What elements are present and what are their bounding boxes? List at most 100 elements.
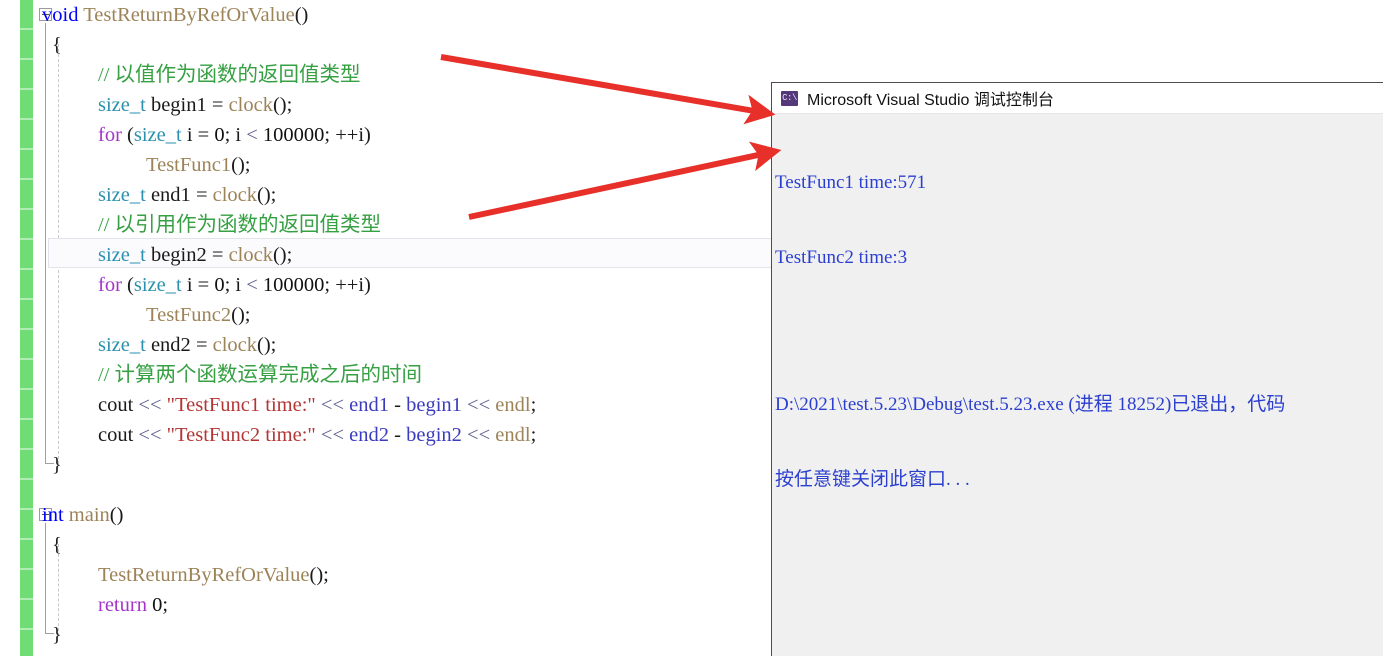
code-token: = <box>211 94 224 116</box>
code-text[interactable]: void TestReturnByRefOrValue(){// 以值作为函数的… <box>0 0 772 656</box>
code-line: // 以值作为函数的返回值类型 <box>98 60 361 90</box>
console-output-line: TestFunc1 time:571 <box>775 172 927 193</box>
code-line: cout << "TestFunc1 time:" << end1 - begi… <box>98 390 536 420</box>
code-editor-pane[interactable]: void TestReturnByRefOrValue(){// 以值作为函数的… <box>0 0 772 656</box>
code-token: (); <box>231 154 251 176</box>
code-line: return 0; <box>98 590 168 620</box>
code-line: cout << "TestFunc2 time:" << end2 - begi… <box>98 420 536 450</box>
code-token: clock <box>212 334 258 356</box>
code-token: endl <box>495 424 531 446</box>
code-token: << <box>320 394 345 416</box>
code-token: << <box>138 394 162 416</box>
code-token: < <box>246 274 258 296</box>
code-token: 0 <box>152 594 163 616</box>
code-token: ; ++i) <box>324 124 371 146</box>
code-token: end2 <box>145 334 196 356</box>
code-token: endl <box>495 394 531 416</box>
console-output-area[interactable]: TestFunc1 time:571 TestFunc2 time:3 D:\2… <box>772 114 1383 655</box>
console-title-bar[interactable]: C:\ Microsoft Visual Studio 调试控制台 <box>772 83 1383 114</box>
code-token: - <box>389 424 407 446</box>
code-token: << <box>320 424 345 446</box>
code-line: int main() <box>42 500 123 530</box>
code-line: size_t begin2 = clock(); <box>98 240 292 270</box>
code-line: } <box>52 620 62 650</box>
code-token: ; <box>530 394 537 416</box>
code-token: () <box>294 4 309 26</box>
code-token: end1 <box>349 394 390 416</box>
code-token: TestFunc2 <box>146 304 232 326</box>
code-token: (); <box>272 94 293 116</box>
code-token: begin1 <box>406 394 462 416</box>
code-token: = <box>195 334 208 356</box>
code-token: // 以值作为函数的返回值类型 <box>98 64 361 86</box>
console-window-title: Microsoft Visual Studio 调试控制台 <box>807 92 1054 109</box>
code-token: << <box>138 424 162 446</box>
code-token: 0 <box>214 274 225 296</box>
code-token: for <box>98 274 122 296</box>
code-token: size_t <box>133 124 182 146</box>
code-line: { <box>52 30 62 60</box>
code-token: (); <box>231 304 251 326</box>
code-token: 100000 <box>262 274 325 296</box>
code-token: TestReturnByRefOrValue <box>98 564 310 586</box>
code-line: // 以引用作为函数的返回值类型 <box>98 210 381 240</box>
code-token: begin2 <box>406 424 462 446</box>
console-prompt-line: 按任意键关闭此窗口. . . <box>775 469 970 490</box>
code-token: = <box>195 184 208 206</box>
code-token: ( <box>121 274 134 296</box>
code-token: clock <box>228 244 273 266</box>
code-token: { <box>52 534 62 556</box>
console-output-line: TestFunc2 time:3 <box>775 247 908 268</box>
code-token: } <box>52 624 62 646</box>
code-line: TestFunc2(); <box>146 300 250 330</box>
code-token: // 计算两个函数运算完成之后的时间 <box>98 364 423 386</box>
code-line: size_t end1 = clock(); <box>98 180 276 210</box>
code-token: TestFunc1 <box>146 154 232 176</box>
screenshot-root: void TestReturnByRefOrValue(){// 以值作为函数的… <box>0 0 1383 656</box>
code-token: 100000 <box>262 124 325 146</box>
code-line: void TestReturnByRefOrValue() <box>42 0 308 30</box>
code-line: for (size_t i = 0; i < 100000; ++i) <box>98 120 371 150</box>
code-token: << <box>467 424 491 446</box>
code-token: (); <box>257 334 277 356</box>
code-token: size_t <box>98 94 146 116</box>
code-token: clock <box>212 184 258 206</box>
code-token: ; <box>162 594 169 616</box>
code-token: (); <box>257 184 277 206</box>
code-token: size_t <box>98 244 146 266</box>
code-line: } <box>52 450 62 480</box>
code-token: ; ++i) <box>324 274 371 296</box>
code-token: main <box>68 504 110 526</box>
code-token: end1 <box>145 184 196 206</box>
code-token: (); <box>272 244 293 266</box>
code-token: return <box>98 594 147 616</box>
code-token: size_t <box>133 274 182 296</box>
code-token: TestReturnByRefOrValue <box>83 4 295 26</box>
code-token: << <box>467 394 491 416</box>
code-token: int <box>42 504 69 526</box>
code-line: size_t begin1 = clock(); <box>98 90 292 120</box>
code-token: void <box>42 4 84 26</box>
code-token: ( <box>121 124 134 146</box>
code-token: - <box>389 394 407 416</box>
debug-console-window[interactable]: C:\ Microsoft Visual Studio 调试控制台 TestFu… <box>771 82 1383 656</box>
console-exit-line: D:\2021\test.5.23\Debug\test.5.23.exe (进… <box>775 394 1286 415</box>
code-token: = <box>211 244 224 266</box>
code-token: } <box>52 454 62 476</box>
code-line: TestFunc1(); <box>146 150 250 180</box>
code-token: = <box>197 124 210 146</box>
code-token: cout <box>98 394 139 416</box>
code-line: // 计算两个函数运算完成之后的时间 <box>98 360 422 390</box>
code-line: { <box>52 530 62 560</box>
console-window-icon: C:\ <box>781 90 798 106</box>
code-token: = <box>197 274 210 296</box>
code-token: i <box>181 124 198 146</box>
code-token: (); <box>309 564 329 586</box>
code-token: for <box>98 124 122 146</box>
code-token: "TestFunc1 time:" <box>166 394 316 416</box>
code-token: cout <box>98 424 139 446</box>
code-token: end2 <box>349 424 390 446</box>
code-token: < <box>246 124 258 146</box>
code-token: begin2 <box>145 244 212 266</box>
